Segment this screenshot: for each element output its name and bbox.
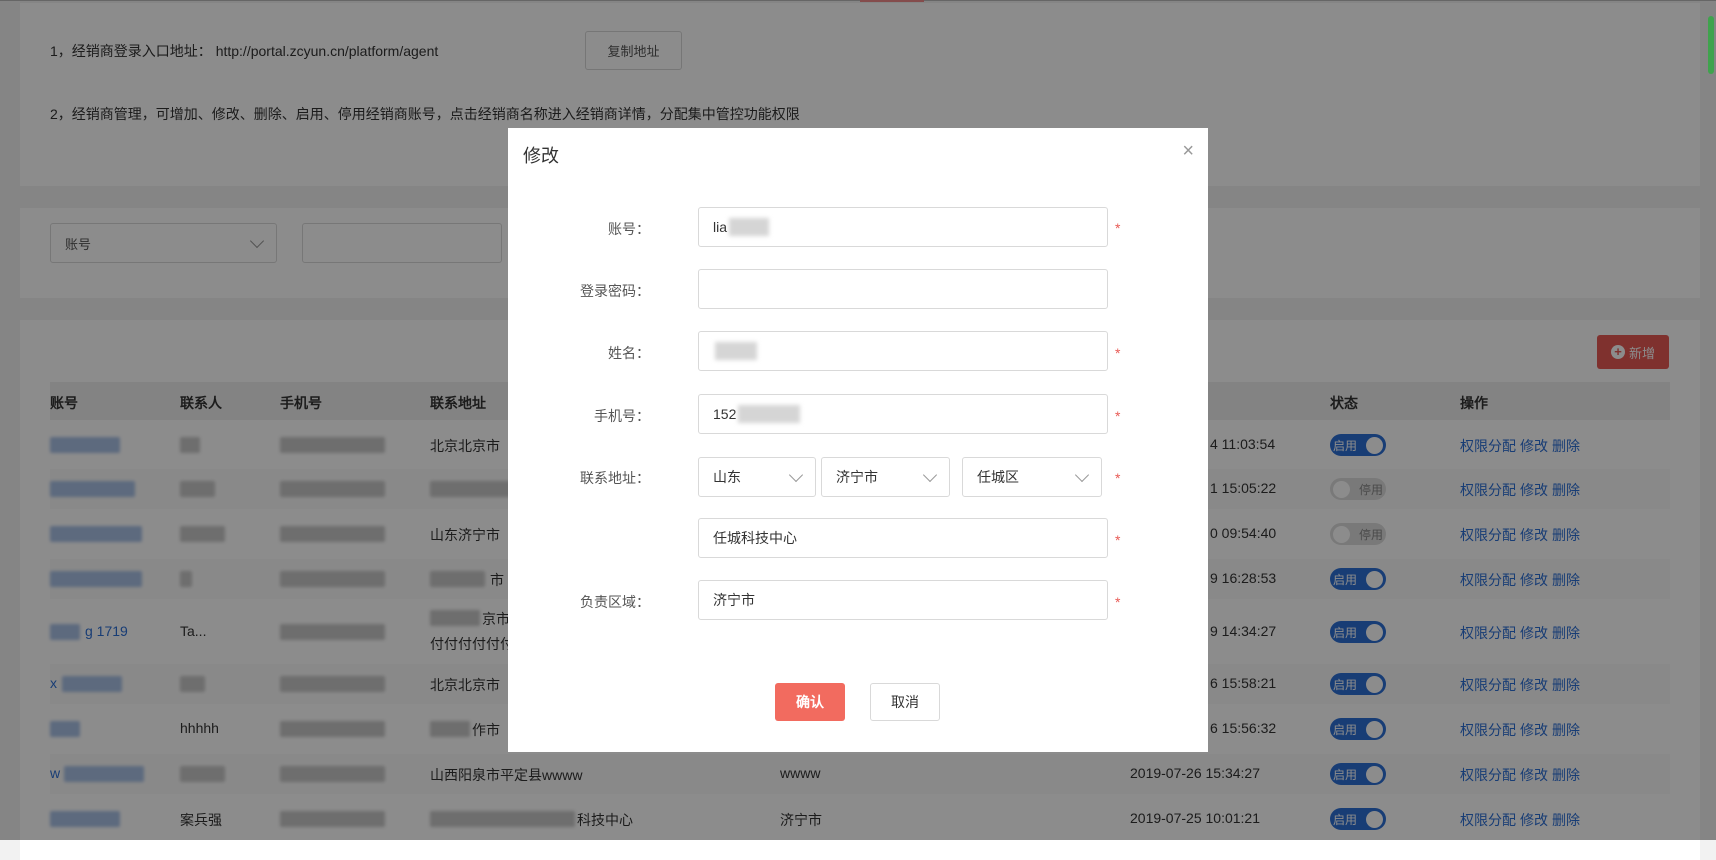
phone-value-redacted xyxy=(738,405,801,423)
phone-label: 手机号： xyxy=(594,408,650,424)
required-mark: * xyxy=(1115,220,1121,236)
region-value: 济宁市 xyxy=(713,592,755,608)
account-value: lia xyxy=(713,219,728,235)
province-value: 山东 xyxy=(713,469,741,485)
name-label: 姓名： xyxy=(608,345,650,361)
address-label: 联系地址： xyxy=(580,470,650,486)
account-value-redacted xyxy=(729,218,770,236)
modal-title: 修改 xyxy=(523,146,559,166)
confirm-button[interactable]: 确认 xyxy=(775,683,845,721)
chevron-down-icon xyxy=(788,467,804,482)
cancel-button[interactable]: 取消 xyxy=(870,683,940,721)
province-select[interactable]: 山东 xyxy=(698,457,816,497)
edit-modal: 修改 × 账号： lia * 登录密码： 姓名： * 手机号： 152 * 联系… xyxy=(508,128,1208,752)
phone-value: 152 xyxy=(713,406,737,422)
required-mark: * xyxy=(1115,532,1121,548)
district-value: 任城区 xyxy=(977,469,1019,485)
name-value-redacted xyxy=(715,342,757,360)
chevron-down-icon xyxy=(1074,467,1090,482)
district-select[interactable]: 任城区 xyxy=(962,457,1102,497)
address-detail-value: 任城科技中心 xyxy=(713,530,797,546)
city-value: 济宁市 xyxy=(836,469,878,485)
city-select[interactable]: 济宁市 xyxy=(821,457,950,497)
close-icon[interactable]: × xyxy=(1182,140,1194,163)
region-field[interactable]: 济宁市 xyxy=(698,580,1108,620)
account-label: 账号： xyxy=(608,221,650,237)
password-field[interactable] xyxy=(698,269,1108,309)
name-field[interactable] xyxy=(698,331,1108,371)
required-mark: * xyxy=(1115,470,1121,486)
required-mark: * xyxy=(1115,345,1121,361)
scrollbar-thumb[interactable] xyxy=(1708,16,1714,74)
region-label: 负责区域： xyxy=(580,594,650,610)
chevron-down-icon xyxy=(922,467,938,482)
required-mark: * xyxy=(1115,408,1121,424)
account-field[interactable]: lia xyxy=(698,207,1108,247)
address-detail-field[interactable]: 任城科技中心 xyxy=(698,518,1108,558)
password-label: 登录密码： xyxy=(580,283,650,299)
phone-field[interactable]: 152 xyxy=(698,394,1108,434)
required-mark: * xyxy=(1115,594,1121,610)
